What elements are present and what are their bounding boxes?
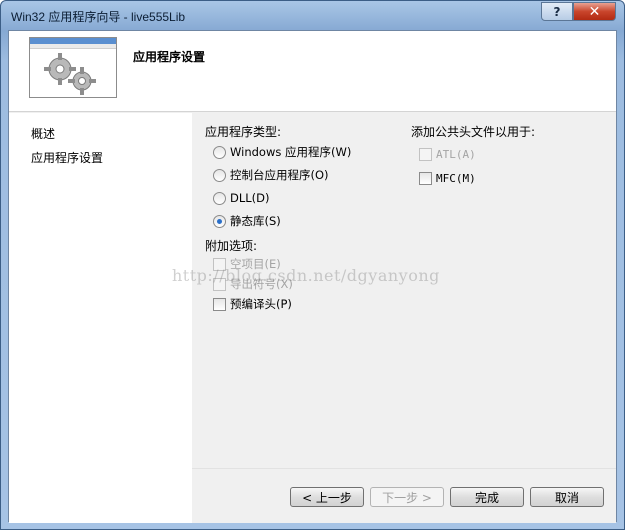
checkbox-label: ATL(A) bbox=[436, 147, 476, 161]
title-bar[interactable]: Win32 应用程序向导 - live555Lib ? ✕ bbox=[1, 1, 624, 29]
gears-icon bbox=[29, 37, 117, 98]
radio-dll[interactable]: DLL(D) bbox=[213, 189, 270, 207]
window-title: Win32 应用程序向导 - live555Lib bbox=[11, 10, 186, 24]
checkbox-mfc[interactable]: MFC(M) bbox=[419, 169, 476, 187]
checkbox[interactable] bbox=[419, 147, 432, 161]
checkbox-label: MFC(M) bbox=[436, 171, 476, 185]
wizard-footer: < 上一步 下一步 > 完成 取消 bbox=[192, 468, 616, 523]
radio-console-app[interactable]: 控制台应用程序(O) bbox=[213, 166, 329, 184]
radio-static-lib[interactable]: 静态库(S) bbox=[213, 212, 281, 230]
settings-panel: 应用程序类型: Windows 应用程序(W) 控制台应用程序(O) DLL(D… bbox=[192, 113, 616, 468]
radio-label: DLL(D) bbox=[230, 191, 270, 205]
wizard-window: Win32 应用程序向导 - live555Lib ? ✕ 应用程序设置 概述 … bbox=[0, 0, 625, 530]
checkbox-precompiled-header[interactable]: 预编译头(P) bbox=[213, 295, 292, 313]
cancel-button[interactable]: 取消 bbox=[530, 487, 604, 507]
wizard-nav: 概述 应用程序设置 bbox=[9, 113, 192, 523]
nav-item-app-settings[interactable]: 应用程序设置 bbox=[31, 149, 103, 166]
checkbox-label: 预编译头(P) bbox=[230, 297, 292, 311]
radio-windows-app[interactable]: Windows 应用程序(W) bbox=[213, 143, 351, 161]
radio-button[interactable] bbox=[213, 191, 226, 205]
app-type-label: 应用程序类型: bbox=[205, 125, 282, 139]
prev-button[interactable]: < 上一步 bbox=[290, 487, 364, 507]
checkbox[interactable] bbox=[419, 171, 432, 185]
radio-label: 静态库(S) bbox=[230, 214, 281, 228]
radio-button-selected[interactable] bbox=[213, 214, 226, 228]
checkbox[interactable] bbox=[213, 297, 226, 311]
additional-options-label: 附加选项: bbox=[205, 239, 258, 253]
page-title: 应用程序设置 bbox=[133, 50, 206, 64]
common-headers-label: 添加公共头文件以用于: bbox=[411, 125, 536, 139]
close-button[interactable]: ✕ bbox=[573, 2, 616, 21]
finish-button[interactable]: 完成 bbox=[450, 487, 524, 507]
radio-label: Windows 应用程序(W) bbox=[230, 145, 352, 159]
radio-button[interactable] bbox=[213, 145, 226, 159]
wizard-header: 应用程序设置 bbox=[9, 31, 616, 112]
nav-item-overview[interactable]: 概述 bbox=[31, 125, 55, 142]
checkbox-atl[interactable]: ATL(A) bbox=[419, 145, 476, 163]
next-button[interactable]: 下一步 > bbox=[370, 487, 444, 507]
help-button[interactable]: ? bbox=[541, 2, 573, 21]
radio-button[interactable] bbox=[213, 168, 226, 182]
radio-label: 控制台应用程序(O) bbox=[230, 168, 329, 182]
watermark-text: http://blog.csdn.net/dgyanyong bbox=[172, 266, 440, 285]
